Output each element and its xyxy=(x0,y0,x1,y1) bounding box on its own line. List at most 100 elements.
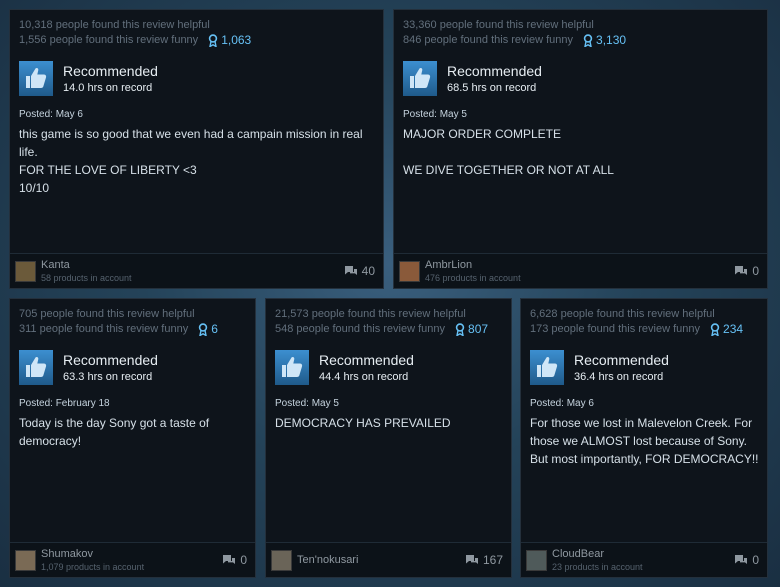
award-badge[interactable]: 6 xyxy=(198,322,218,337)
review-body: 21,573 people found this review helpful … xyxy=(266,299,511,542)
review-card[interactable]: 705 people found this review helpful 311… xyxy=(9,298,256,578)
funny-count: 311 people found this review funny xyxy=(19,323,189,335)
review-text: For those we lost in Malevelon Creek. Fo… xyxy=(530,416,759,466)
review-body: 10,318 people found this review helpful … xyxy=(10,10,383,253)
review-card[interactable]: 33,360 people found this review helpful … xyxy=(393,9,768,289)
review-author-bar: Shumakov 1,079 products in account 0 xyxy=(10,542,255,577)
helpful-count: 21,573 people found this review helpful xyxy=(275,308,466,320)
award-badge[interactable]: 807 xyxy=(455,322,488,337)
recommendation-label: Recommended xyxy=(319,351,414,368)
review-body: 705 people found this review helpful 311… xyxy=(10,299,255,542)
avatar[interactable] xyxy=(526,549,547,571)
funny-count: 548 people found this review funny xyxy=(275,323,446,335)
funny-row: 311 people found this review funny 6 xyxy=(19,322,247,337)
funny-row: 548 people found this review funny 807 xyxy=(275,322,503,337)
comment-bubble-icon xyxy=(735,266,748,275)
award-count: 234 xyxy=(723,322,744,336)
review-text: Today is the day Sony got a taste of dem… xyxy=(19,416,210,448)
helpful-count: 33,360 people found this review helpful xyxy=(403,19,594,31)
comment-count: 0 xyxy=(752,264,759,278)
review-author-bar: AmbrLion 476 products in account 0 xyxy=(394,253,767,288)
comment-count: 40 xyxy=(361,264,375,278)
award-count: 3,130 xyxy=(596,33,627,47)
recommendation-row[interactable]: Recommended 68.5 hrs on record xyxy=(403,60,759,96)
avatar[interactable] xyxy=(399,260,420,282)
recommendation-label: Recommended xyxy=(574,351,669,368)
comment-count-button[interactable]: 0 xyxy=(222,553,247,567)
award-badge[interactable]: 1,063 xyxy=(208,33,251,48)
review-text: this game is so good that we even had a … xyxy=(19,127,363,195)
helpful-count: 6,628 people found this review helpful xyxy=(530,308,715,320)
author-name[interactable]: Shumakov xyxy=(41,548,144,561)
comment-count: 0 xyxy=(240,553,247,567)
helpful-count: 10,318 people found this review helpful xyxy=(19,19,210,31)
hours-on-record: 63.3 hrs on record xyxy=(63,370,153,383)
funny-row: 1,556 people found this review funny 1,0… xyxy=(19,33,375,48)
posted-date: Posted: May 5 xyxy=(275,398,339,409)
recommendation-row[interactable]: Recommended 44.4 hrs on record xyxy=(275,349,503,385)
comment-bubble-icon xyxy=(344,266,357,275)
hours-on-record: 44.4 hrs on record xyxy=(319,370,409,383)
helpful-count: 705 people found this review helpful xyxy=(19,308,195,320)
hours-on-record: 14.0 hrs on record xyxy=(63,81,153,94)
review-card[interactable]: 6,628 people found this review helpful 1… xyxy=(520,298,768,578)
review-author-bar: Kanta 58 products in account 40 xyxy=(10,253,383,288)
recommendation-row[interactable]: Recommended 14.0 hrs on record xyxy=(19,60,375,96)
author-name[interactable]: AmbrLion xyxy=(425,259,521,272)
avatar[interactable] xyxy=(15,260,36,282)
comment-count: 167 xyxy=(482,553,503,567)
comment-count-button[interactable]: 0 xyxy=(734,553,759,567)
thumbs-up-icon xyxy=(403,60,437,96)
award-count: 807 xyxy=(468,322,489,336)
review-author-bar: CloudBear 23 products in account 0 xyxy=(521,542,767,577)
recommendation-row[interactable]: Recommended 63.3 hrs on record xyxy=(19,349,247,385)
comment-count: 0 xyxy=(752,553,759,567)
thumbs-up-icon xyxy=(19,60,53,96)
avatar[interactable] xyxy=(15,549,36,571)
review-card[interactable]: 21,573 people found this review helpful … xyxy=(265,298,512,578)
author-name[interactable]: CloudBear xyxy=(552,548,643,561)
award-ribbon-icon xyxy=(208,34,218,47)
posted-date: Posted: February 18 xyxy=(19,398,110,409)
award-ribbon-icon xyxy=(199,323,208,336)
author-products: 476 products in account xyxy=(425,272,521,283)
review-body: 33,360 people found this review helpful … xyxy=(394,10,767,253)
author-name[interactable]: Ten'nokusari xyxy=(297,554,358,567)
recommendation-label: Recommended xyxy=(63,62,158,79)
author-products: 58 products in account xyxy=(41,272,132,283)
author-products: 1,079 products in account xyxy=(41,561,145,572)
author-name[interactable]: Kanta xyxy=(41,259,132,272)
award-badge[interactable]: 3,130 xyxy=(583,33,626,48)
recommendation-label: Recommended xyxy=(63,351,158,368)
hours-on-record: 36.4 hrs on record xyxy=(574,370,664,383)
posted-date: Posted: May 6 xyxy=(530,398,594,409)
avatar[interactable] xyxy=(271,549,292,571)
funny-count: 173 people found this review funny xyxy=(530,323,701,335)
funny-count: 1,556 people found this review funny xyxy=(19,34,199,46)
funny-row: 846 people found this review funny 3,130 xyxy=(403,33,759,48)
review-text: DEMOCRACY HAS PREVAILED xyxy=(275,416,451,430)
comment-count-button[interactable]: 167 xyxy=(465,553,503,567)
comment-bubble-icon xyxy=(223,555,236,564)
comment-count-button[interactable]: 0 xyxy=(734,264,759,278)
thumbs-up-icon xyxy=(530,349,564,385)
recommendation-row[interactable]: Recommended 36.4 hrs on record xyxy=(530,349,759,385)
author-products: 23 products in account xyxy=(552,561,643,572)
review-body: 6,628 people found this review helpful 1… xyxy=(521,299,767,542)
funny-count: 846 people found this review funny xyxy=(403,34,574,46)
review-author-bar: Ten'nokusari 167 xyxy=(266,542,511,577)
comment-bubble-icon xyxy=(735,555,748,564)
funny-row: 173 people found this review funny 234 xyxy=(530,322,759,337)
hours-on-record: 68.5 hrs on record xyxy=(447,81,537,94)
comment-count-button[interactable]: 40 xyxy=(344,264,375,278)
posted-date: Posted: May 5 xyxy=(403,109,467,120)
award-count: 6 xyxy=(211,322,218,336)
review-text: MAJOR ORDER COMPLETE WE DIVE TOGETHER OR… xyxy=(403,127,614,177)
award-ribbon-icon xyxy=(455,323,465,336)
award-badge[interactable]: 234 xyxy=(710,322,743,337)
review-card[interactable]: 10,318 people found this review helpful … xyxy=(9,9,384,289)
posted-date: Posted: May 6 xyxy=(19,109,83,120)
recommendation-label: Recommended xyxy=(447,62,542,79)
award-ribbon-icon xyxy=(583,34,593,47)
award-ribbon-icon xyxy=(710,323,720,336)
